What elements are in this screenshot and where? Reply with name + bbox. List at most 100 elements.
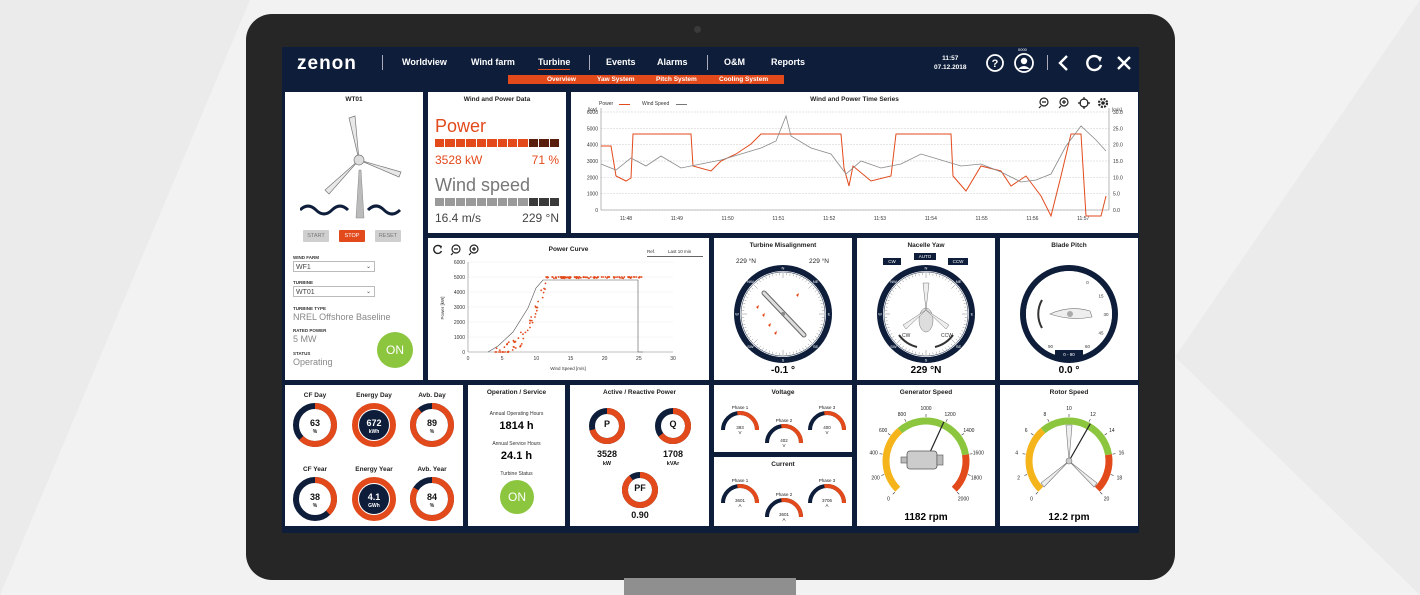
scatter-point: [622, 277, 625, 280]
nav-om[interactable]: O&M: [724, 57, 745, 67]
kpi-label: CF Year: [303, 466, 328, 473]
power-curve-ref: Ref.: [647, 249, 656, 254]
nav-worldview[interactable]: Worldview: [402, 57, 447, 67]
scatter-point: [584, 276, 587, 279]
wind-series-line: [600, 114, 1107, 183]
back-icon[interactable]: [1056, 54, 1072, 72]
compass-label: N: [925, 266, 928, 271]
gauge-tick: [1104, 433, 1108, 436]
phase-unit: V: [825, 430, 828, 435]
turbine-select[interactable]: WT01 ⌄: [293, 286, 375, 297]
scatter-point: [498, 349, 501, 351]
gauge-tick: [1110, 474, 1114, 476]
active-reactive-panel: Active / Reactive Power P 3528 kW Q 1708 kVAr…: [570, 385, 709, 526]
turbine-type-label: TURBINE TYPE: [293, 306, 327, 311]
subnav-overview[interactable]: Overview: [547, 75, 576, 84]
gauge-tick-label: 20: [1104, 496, 1110, 502]
close-icon[interactable]: [1115, 54, 1133, 72]
gauge-tick-label: 1200: [944, 412, 955, 418]
p-value: 3528: [597, 449, 617, 459]
y-tick-label: 5000: [454, 275, 465, 281]
nacelle-yaw-title: Nacelle Yaw: [907, 242, 945, 249]
gauge-tick-label: 14: [1109, 428, 1115, 434]
start-button[interactable]: START: [303, 230, 329, 242]
subnav-yaw-system[interactable]: Yaw System: [597, 75, 635, 84]
hub: [781, 312, 785, 316]
y-tick-label: 6000: [454, 260, 465, 266]
wind-farm-select[interactable]: WF1 ⌄: [293, 261, 375, 272]
nav-wind-farm[interactable]: Wind farm: [471, 57, 515, 67]
scatter-point: [529, 322, 531, 324]
compass-label: SW: [747, 344, 754, 349]
nav-turbine[interactable]: Turbine: [538, 57, 571, 70]
scatter-point: [537, 300, 539, 303]
x-tick-label: 11:51: [772, 216, 784, 222]
power-series-line: [601, 133, 1107, 218]
wind-bar: [435, 198, 560, 206]
x-tick-label: 15: [568, 356, 574, 362]
y-tick-label: 1000: [587, 192, 598, 198]
y-tick-label: 2000: [454, 320, 465, 326]
scatter-point: [506, 343, 508, 346]
auto-button[interactable]: AUTO: [914, 253, 936, 260]
divider: [647, 256, 703, 257]
rotor-speed-value: 12.2 rpm: [1048, 512, 1090, 523]
scatter-point: [557, 276, 560, 278]
x-tick-label: 25: [636, 356, 642, 362]
generator-speed-value: 1182 rpm: [904, 512, 948, 523]
subnav-cooling-system[interactable]: Cooling System: [719, 75, 768, 84]
scatter-point: [534, 313, 537, 315]
rotor-gauge: 0 2 4 6 8 10 12 14 16 18 20: [1015, 406, 1124, 502]
pitch-tick-label: 30: [1103, 312, 1109, 317]
phase-label: Phase 3: [819, 405, 836, 410]
nav-alarms[interactable]: Alarms: [657, 57, 688, 67]
nav-divider: [707, 55, 708, 70]
scatter-point: [616, 276, 619, 278]
gauge-tick-label: 1000: [920, 406, 931, 412]
kpi-label: Avb. Day: [418, 392, 446, 399]
background-shape: [1175, 0, 1420, 595]
stop-button[interactable]: STOP: [339, 230, 365, 242]
gauge-tick: [1035, 491, 1039, 495]
user-icon[interactable]: [1013, 52, 1035, 74]
compass-label: NE: [956, 279, 962, 284]
y2-tick-label: 10.0: [1113, 175, 1123, 181]
scatter-point: [520, 343, 523, 345]
nav-events[interactable]: Events: [606, 57, 636, 67]
nacelle-shape: [918, 307, 934, 333]
scatter-point: [507, 341, 510, 344]
gauge-band: [1094, 454, 1113, 492]
scatter-point: [621, 276, 623, 278]
gauge-tick-label: 2000: [958, 496, 969, 502]
scatter-point: [596, 277, 598, 279]
power-bar: [435, 139, 560, 147]
turbine-title: WT01: [345, 96, 363, 103]
gauge-tick: [1024, 474, 1028, 476]
subnav-pitch-system[interactable]: Pitch System: [656, 75, 697, 84]
pitch-tick-label: 90: [1048, 344, 1054, 349]
y2-tick-label: 25.0: [1113, 126, 1123, 132]
generator-speed-panel: Generator Speed 0 200 400 600 800 1000 1200 140…: [857, 385, 995, 526]
phase-label: Phase 2: [776, 418, 793, 423]
ccw-button[interactable]: CCW: [948, 258, 968, 265]
scatter-point: [569, 276, 572, 279]
bar-segment: [539, 139, 549, 147]
pitch-range-label: 0 - 90: [1063, 352, 1075, 357]
bar-segment: [455, 139, 466, 147]
refresh-icon[interactable]: [1084, 53, 1104, 73]
scatter-point: [604, 276, 607, 278]
scatter-point: [589, 276, 592, 278]
nav-divider: [382, 55, 383, 70]
x-tick-label: 11:57: [1077, 216, 1089, 222]
bar-segment: [487, 198, 497, 206]
reset-button[interactable]: RESET: [375, 230, 401, 242]
cw-button[interactable]: CW: [883, 258, 901, 265]
gauge-tick-label: 6: [1025, 428, 1028, 434]
svc-hours-label: Annual Service Hours: [492, 441, 541, 447]
bar-segment: [445, 139, 455, 147]
power-curve-range-select[interactable]: Last 10 min: [668, 249, 691, 254]
help-icon[interactable]: ?: [985, 53, 1005, 73]
scatter-point: [563, 277, 566, 280]
bar-segment: [445, 198, 455, 206]
nav-reports[interactable]: Reports: [771, 57, 805, 67]
